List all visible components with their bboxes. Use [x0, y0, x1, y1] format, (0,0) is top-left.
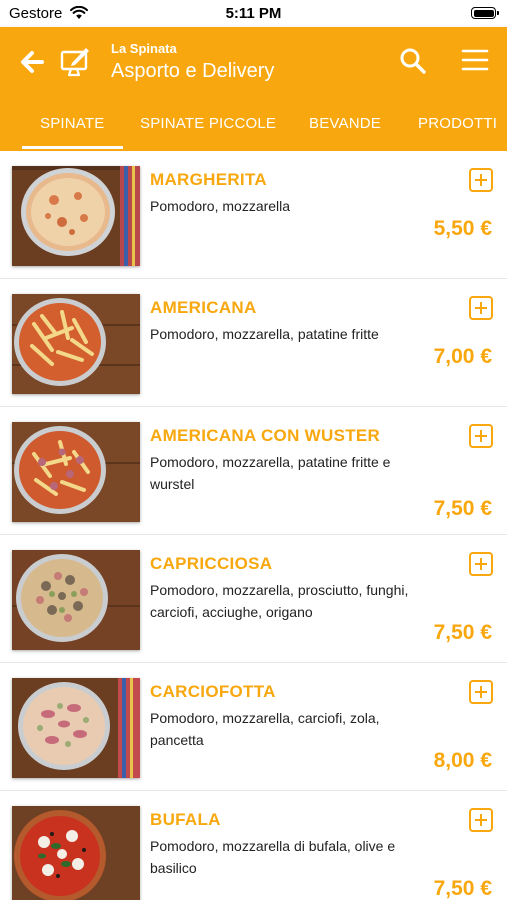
product-price: 7,00 € — [433, 345, 492, 368]
product-list: MARGHERITA Pomodoro, mozzarella 5,50 € A… — [0, 151, 507, 900]
add-square-icon[interactable] — [469, 680, 493, 704]
product-description: Pomodoro, mozzarella, prosciutto, funghi… — [150, 582, 409, 620]
app-header: La Spinata Asporto e Delivery SPINATE SP… — [0, 27, 507, 151]
status-bar: Gestore 5:11 PM — [0, 0, 507, 28]
add-square-icon[interactable] — [469, 296, 493, 320]
tab-spinate-piccole[interactable]: SPINATE PICCOLE — [140, 115, 276, 132]
list-item[interactable]: BUFALA Pomodoro, mozzarella di bufala, o… — [0, 791, 507, 900]
back-arrow-icon[interactable] — [18, 48, 46, 76]
pizza-image — [12, 550, 140, 650]
pizza-image — [12, 294, 140, 394]
product-price: 7,50 € — [433, 621, 492, 644]
product-description: Pomodoro, mozzarella, patatine fritte — [150, 326, 379, 342]
product-description: Pomodoro, mozzarella di bufala, olive e … — [150, 838, 396, 876]
product-name: AMERICANA CON WUSTER — [150, 426, 381, 445]
tab-spinate[interactable]: SPINATE — [40, 115, 104, 132]
product-description: Pomodoro, mozzarella, carciofi, zola, pa… — [150, 710, 380, 748]
battery-icon — [471, 7, 499, 19]
product-name: MARGHERITA — [150, 170, 267, 189]
product-price: 5,50 € — [433, 217, 492, 240]
category-tabs: SPINATE SPINATE PICCOLE BEVANDE PRODOTTI — [0, 111, 507, 151]
search-icon[interactable] — [398, 46, 428, 76]
tab-bevande[interactable]: BEVANDE — [309, 115, 381, 132]
product-price: 8,00 € — [433, 749, 492, 772]
tab-prodotti[interactable]: PRODOTTI — [418, 115, 497, 132]
product-price: 7,50 € — [433, 877, 492, 900]
pizza-image — [12, 422, 140, 522]
add-square-icon[interactable] — [469, 552, 493, 576]
page-title: Asporto e Delivery — [111, 60, 275, 82]
pizza-image — [12, 166, 140, 266]
list-item[interactable]: AMERICANA Pomodoro, mozzarella, patatine… — [0, 279, 507, 407]
product-name: AMERICANA — [150, 298, 257, 317]
add-square-icon[interactable] — [469, 168, 493, 192]
product-name: CAPRICCIOSA — [150, 554, 273, 573]
list-item[interactable]: AMERICANA CON WUSTER Pomodoro, mozzarell… — [0, 407, 507, 535]
pizza-image — [12, 806, 140, 900]
product-name: BUFALA — [150, 810, 221, 829]
add-square-icon[interactable] — [469, 808, 493, 832]
product-description: Pomodoro, mozzarella — [150, 198, 291, 214]
pizza-image — [12, 678, 140, 778]
product-name: CARCIOFOTTA — [150, 682, 276, 701]
product-description: Pomodoro, mozzarella, patatine fritte e … — [150, 454, 391, 492]
list-item[interactable]: CARCIOFOTTA Pomodoro, mozzarella, carcio… — [0, 663, 507, 791]
active-tab-indicator — [22, 146, 123, 149]
add-square-icon[interactable] — [469, 424, 493, 448]
list-item[interactable]: CAPRICCIOSA Pomodoro, mozzarella, prosci… — [0, 535, 507, 663]
restaurant-name: La Spinata — [111, 41, 177, 56]
status-time: 5:11 PM — [225, 5, 282, 22]
list-item[interactable]: MARGHERITA Pomodoro, mozzarella 5,50 € — [0, 151, 507, 279]
hamburger-menu-icon[interactable] — [461, 47, 489, 73]
monitor-edit-icon — [60, 48, 89, 77]
product-price: 7,50 € — [433, 497, 492, 520]
